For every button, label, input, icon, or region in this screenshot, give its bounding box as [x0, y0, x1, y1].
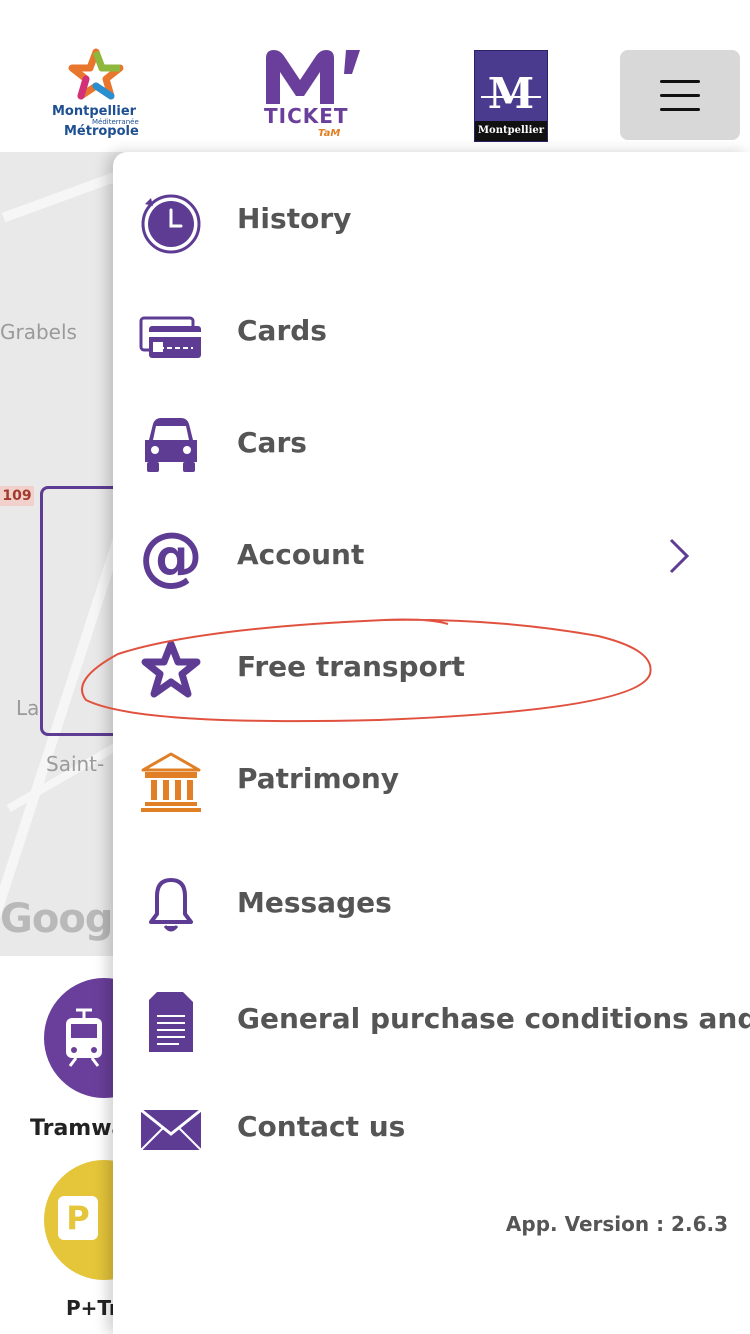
m-ticket-m-icon [266, 50, 360, 104]
app-version-label: App. Version : 2.6.3 [505, 1212, 728, 1236]
map-place-label: Grabels [0, 320, 77, 344]
at-sign-icon: @ [139, 526, 203, 590]
montpellier-logo-letter: M [487, 69, 535, 118]
menu-item-contact-us[interactable]: Contact us [113, 1090, 750, 1170]
bell-icon [149, 878, 193, 932]
metropole-star-icon [68, 48, 124, 100]
metropole-logo-line1: Montpellier [52, 104, 137, 119]
side-menu-drawer: History Cards Cars @ Account Free transp… [113, 152, 750, 1334]
app-header: Montpellier Méditerranée Métropole TICKE… [0, 0, 750, 152]
menu-item-purchase-conditions[interactable]: General purchase conditions and [113, 982, 750, 1062]
menu-item-label: Messages [237, 886, 392, 919]
svg-text:@: @ [139, 526, 203, 590]
hamburger-menu-button[interactable] [620, 50, 740, 140]
menu-item-label: Free transport [237, 650, 466, 683]
parking-icon: P [58, 1196, 98, 1240]
menu-item-label: Cars [237, 426, 307, 459]
document-icon [149, 992, 193, 1052]
map-place-label: Saint- [46, 752, 105, 776]
menu-item-label: Contact us [237, 1110, 406, 1143]
history-clock-icon [141, 194, 201, 254]
hamburger-icon [660, 80, 700, 83]
menu-item-label: History [237, 202, 352, 235]
tam-brand: TaM [318, 128, 341, 139]
metropole-logo-line3: Métropole [64, 124, 139, 139]
star-icon [141, 640, 201, 698]
envelope-icon [140, 1108, 202, 1151]
cards-icon [139, 316, 201, 358]
menu-item-label: Cards [237, 314, 327, 347]
m-ticket-logo: TICKET TaM [262, 48, 372, 144]
montpellier-city-logo: M Montpellier [474, 50, 548, 142]
park-and-ride-label: P+Tr [66, 1296, 119, 1320]
tram-icon [66, 1008, 102, 1067]
menu-item-messages[interactable]: Messages [113, 866, 750, 946]
m-ticket-word: TICKET [264, 104, 349, 128]
menu-item-history[interactable]: History [113, 182, 750, 262]
road-number-badge: 109 [0, 486, 34, 506]
montpellier-logo-rule [481, 96, 541, 98]
hamburger-icon-bar [660, 94, 700, 97]
menu-item-label: Patrimony [237, 762, 400, 795]
car-icon [145, 418, 197, 472]
map-road [1, 171, 119, 223]
menu-item-label: Account [237, 538, 365, 571]
hamburger-icon-bar [660, 108, 700, 111]
menu-item-cards[interactable]: Cards [113, 294, 750, 374]
menu-item-cars[interactable]: Cars [113, 406, 750, 486]
chevron-right-icon[interactable] [665, 536, 693, 576]
menu-item-patrimony[interactable]: Patrimony [113, 742, 750, 822]
map-place-label: La [16, 696, 40, 720]
menu-item-account[interactable]: @ Account [113, 518, 750, 598]
montpellier-logo-name: Montpellier [475, 121, 547, 141]
museum-icon [141, 752, 201, 812]
menu-item-free-transport[interactable]: Free transport [113, 630, 750, 710]
menu-item-label: General purchase conditions and [237, 1002, 750, 1035]
map-road [6, 740, 124, 812]
montpellier-metropole-logo: Montpellier Méditerranée Métropole [48, 48, 148, 144]
